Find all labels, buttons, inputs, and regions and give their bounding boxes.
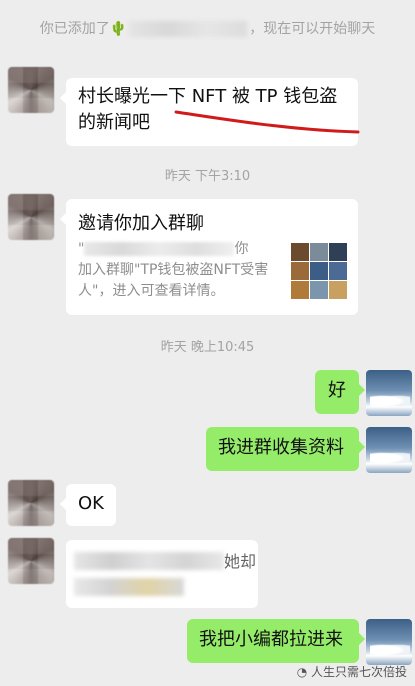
invite-desc-tail: 你 xyxy=(234,241,249,257)
contact-avatar[interactable] xyxy=(8,480,54,526)
invite-description: " 你 加入群聊"TP钱包被盗NFT受害人"，进入可查看详情。 xyxy=(78,239,288,302)
redacted-name xyxy=(129,21,248,37)
message-text: 村长曝光一下 NFT 被 TP 钱包盗的新闻吧 xyxy=(78,86,338,133)
message-bubble-outgoing[interactable]: 我把小编都拉进来 xyxy=(187,619,365,663)
redacted-inviter xyxy=(84,242,235,256)
invite-desc-rest: 加入群聊"TP钱包被盗NFT受害人"，进入可查看详情。 xyxy=(78,262,269,299)
message-text: OK xyxy=(78,493,104,514)
invite-title: 邀请你加入群聊 xyxy=(78,213,204,234)
my-avatar[interactable] xyxy=(366,370,412,416)
redacted-text xyxy=(74,552,224,570)
group-invite-card[interactable]: 邀请你加入群聊 " 你 加入群聊"TP钱包被盗NFT受害人"，进入可查看详情。 xyxy=(60,199,358,315)
message-bubble-incoming[interactable]: 她却 xyxy=(66,540,258,608)
my-avatar[interactable] xyxy=(366,427,412,473)
message-text-tail: 她却 xyxy=(224,552,257,571)
message-bubble-incoming[interactable]: OK xyxy=(60,484,116,526)
message-text: 我进群收集资料 xyxy=(218,437,344,458)
watermark: ◔ 人生只需七次倍投 xyxy=(296,665,407,679)
redacted-text xyxy=(74,578,184,596)
message-text: 我把小编都拉进来 xyxy=(199,629,343,650)
message-bubble-outgoing[interactable]: 好 xyxy=(315,370,365,414)
system-added-notice: 你已添加了🌵 ，现在可以开始聊天 xyxy=(0,18,415,38)
timestamp: 昨天 晚上10:45 xyxy=(160,340,255,355)
cactus-emoji-icon: 🌵 xyxy=(109,21,128,37)
message-text: 好 xyxy=(328,380,346,401)
system-added-suffix: ，现在可以开始聊天 xyxy=(249,21,376,37)
contact-avatar[interactable] xyxy=(8,67,54,113)
watermark-text: 人生只需七次倍投 xyxy=(310,665,407,679)
timestamp: 昨天 下午3:10 xyxy=(164,169,251,184)
contact-avatar[interactable] xyxy=(8,538,54,584)
group-avatar-grid xyxy=(291,243,347,299)
message-bubble-outgoing[interactable]: 我进群收集资料 xyxy=(206,427,365,471)
my-avatar[interactable] xyxy=(366,619,412,665)
message-bubble-incoming[interactable]: 村长曝光一下 NFT 被 TP 钱包盗的新闻吧 xyxy=(60,78,358,146)
contact-avatar[interactable] xyxy=(8,194,54,240)
system-added-prefix: 你已添加了 xyxy=(39,21,110,37)
